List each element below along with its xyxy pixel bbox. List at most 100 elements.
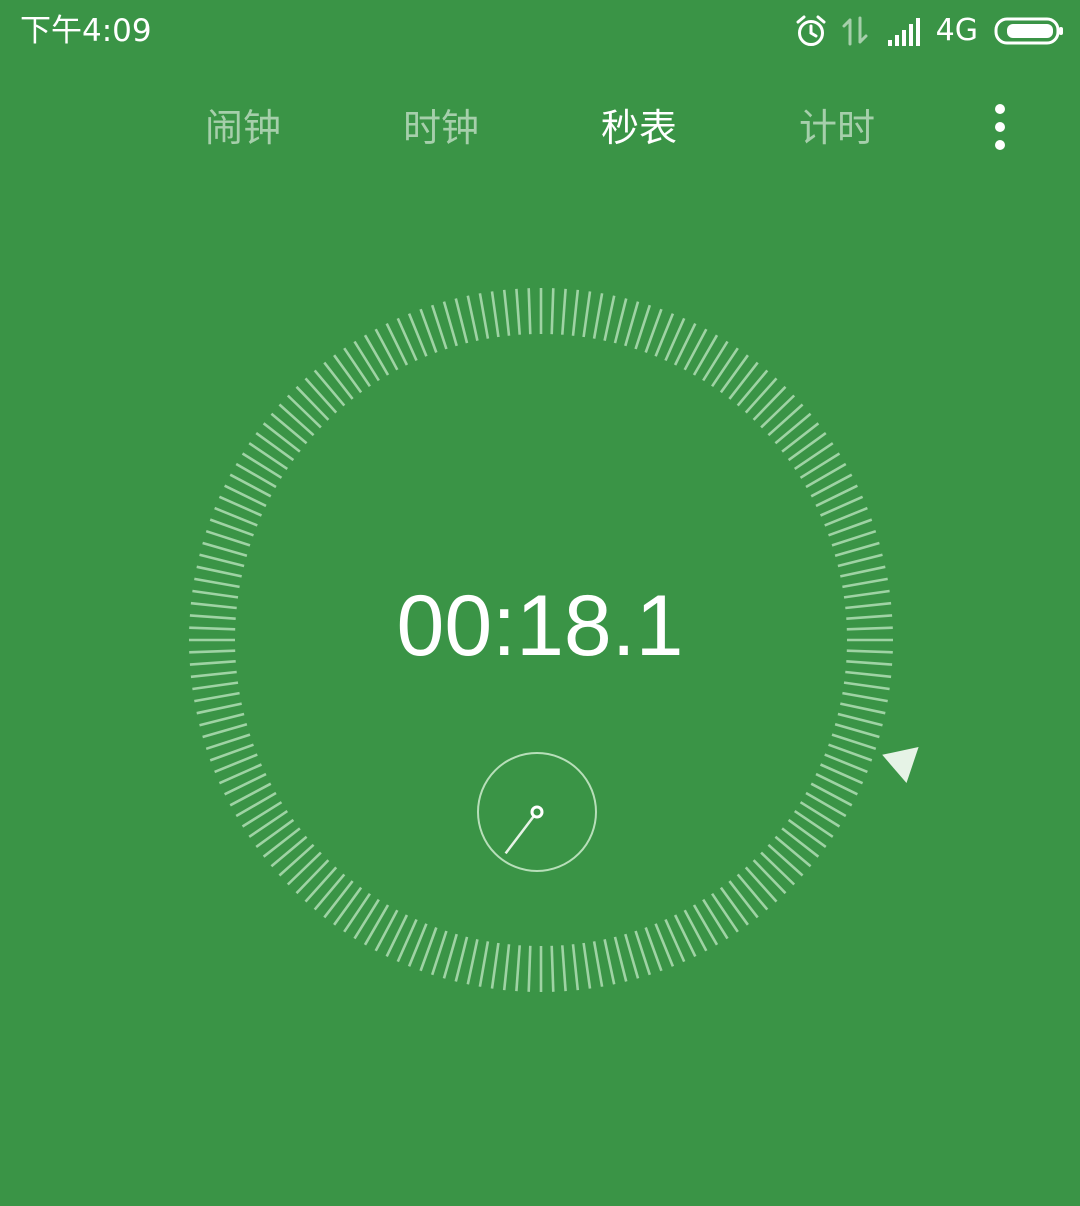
tick-mark bbox=[774, 835, 812, 868]
tick-mark bbox=[353, 340, 380, 382]
tick-mark bbox=[430, 304, 448, 350]
tick-mark bbox=[241, 452, 283, 479]
tick-mark bbox=[837, 712, 883, 727]
tick-mark bbox=[843, 589, 890, 599]
tick-mark bbox=[787, 818, 827, 848]
tick-mark bbox=[270, 835, 308, 868]
tick-mark bbox=[190, 670, 237, 679]
tick-mark bbox=[624, 301, 640, 347]
tick-mark bbox=[846, 649, 893, 654]
tick-mark bbox=[774, 412, 812, 445]
tick-mark bbox=[692, 334, 719, 376]
tick-mark bbox=[744, 377, 778, 414]
tick-mark bbox=[781, 827, 820, 858]
tick-mark bbox=[313, 369, 346, 407]
tick-mark bbox=[286, 851, 322, 886]
tick-mark bbox=[196, 702, 242, 715]
tick-mark bbox=[374, 328, 399, 371]
tick-mark bbox=[719, 354, 749, 394]
tick-mark bbox=[192, 681, 239, 691]
tick-mark bbox=[793, 810, 834, 838]
tick-mark bbox=[323, 361, 354, 400]
tick-mark bbox=[241, 801, 283, 828]
tick-mark bbox=[194, 691, 240, 703]
tick-mark bbox=[799, 801, 841, 828]
tick-mark bbox=[192, 589, 239, 599]
tick-mark bbox=[793, 442, 834, 470]
tick-mark bbox=[248, 442, 289, 470]
tick-mark bbox=[846, 660, 893, 666]
tick-mark bbox=[478, 941, 490, 987]
tick-mark bbox=[363, 904, 390, 946]
tick-mark bbox=[255, 818, 295, 848]
tick-mark bbox=[189, 649, 236, 654]
tick-mark bbox=[799, 452, 841, 479]
tick-mark bbox=[490, 291, 500, 338]
tick-mark bbox=[502, 944, 511, 991]
tick-mark bbox=[840, 565, 886, 578]
tick-mark bbox=[189, 626, 236, 631]
tick-mark bbox=[286, 394, 322, 429]
tick-mark bbox=[295, 859, 330, 895]
tick-mark bbox=[846, 626, 893, 631]
tick-mark bbox=[634, 304, 652, 350]
tick-mark bbox=[760, 851, 796, 886]
tick-mark bbox=[278, 403, 315, 437]
tick-mark bbox=[683, 909, 708, 952]
tick-mark bbox=[752, 385, 787, 421]
tick-mark bbox=[767, 403, 804, 437]
tick-mark bbox=[295, 385, 330, 421]
tick-mark bbox=[624, 933, 640, 979]
tick-mark bbox=[194, 577, 240, 589]
tick-mark bbox=[571, 289, 580, 336]
tick-mark bbox=[592, 941, 604, 987]
tick-mark bbox=[454, 298, 469, 344]
tick-mark bbox=[845, 601, 892, 610]
tick-mark bbox=[374, 909, 399, 952]
tick-mark bbox=[202, 723, 248, 739]
tick-mark bbox=[702, 340, 729, 382]
tick-mark bbox=[278, 843, 315, 877]
tick-mark bbox=[728, 880, 759, 919]
tick-mark bbox=[711, 892, 739, 933]
tick-mark bbox=[466, 939, 479, 985]
tick-mark bbox=[810, 473, 853, 498]
tick-mark bbox=[229, 782, 272, 807]
tick-mark bbox=[767, 843, 804, 877]
tick-mark bbox=[262, 422, 301, 453]
tick-mark bbox=[837, 553, 883, 568]
tick-mark bbox=[728, 361, 759, 400]
tick-mark bbox=[843, 681, 890, 691]
tick-mark bbox=[248, 810, 289, 838]
tick-mark bbox=[262, 827, 301, 858]
tick-mark bbox=[683, 328, 708, 371]
tick-mark bbox=[692, 904, 719, 946]
tick-mark bbox=[235, 462, 277, 489]
tick-mark bbox=[190, 601, 237, 610]
tick-mark bbox=[199, 553, 245, 568]
tick-mark bbox=[313, 873, 346, 911]
tick-mark bbox=[834, 541, 880, 557]
tick-mark bbox=[323, 880, 354, 919]
tick-mark bbox=[571, 944, 580, 991]
tick-mark bbox=[333, 354, 363, 394]
tick-mark bbox=[502, 289, 511, 336]
tick-mark bbox=[454, 936, 469, 982]
tick-mark bbox=[255, 432, 295, 462]
tick-mark bbox=[760, 394, 796, 429]
tick-mark bbox=[189, 614, 236, 620]
tick-mark bbox=[490, 942, 500, 989]
tick-mark bbox=[515, 288, 521, 335]
tick-mark bbox=[842, 691, 888, 703]
tick-mark bbox=[834, 723, 880, 739]
tick-mark bbox=[736, 873, 769, 911]
tick-mark bbox=[229, 473, 272, 498]
tick-mark bbox=[603, 295, 616, 341]
tick-mark bbox=[810, 782, 853, 807]
tick-mark bbox=[719, 886, 749, 926]
tick-mark bbox=[592, 293, 604, 339]
tick-mark bbox=[527, 945, 532, 992]
tick-mark bbox=[304, 377, 338, 414]
tick-mark bbox=[831, 733, 877, 751]
tick-mark bbox=[515, 945, 521, 992]
